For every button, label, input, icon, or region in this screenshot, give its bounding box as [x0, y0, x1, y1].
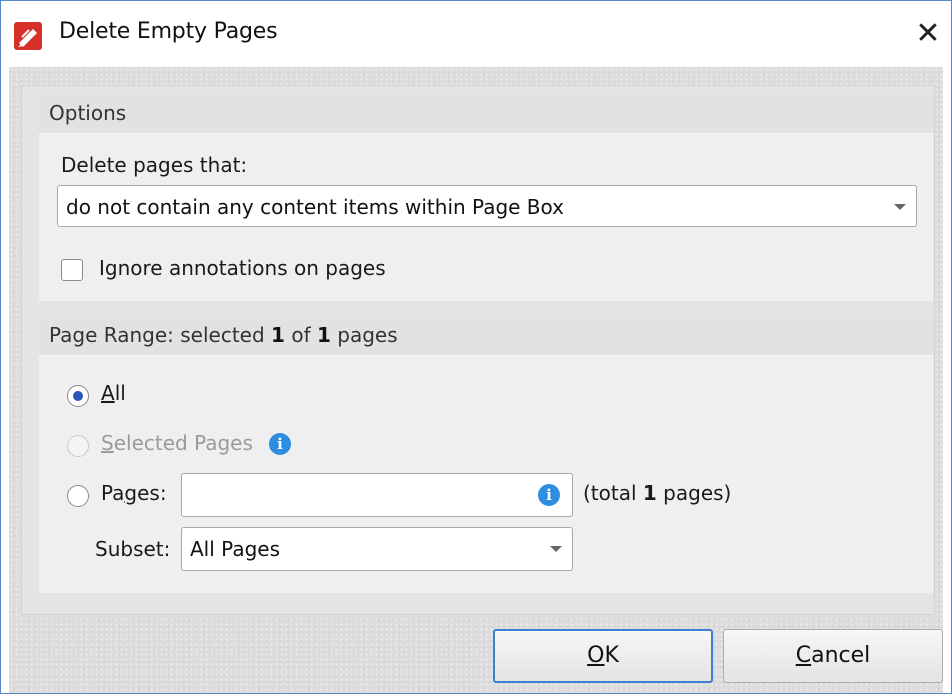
subset-label: Subset:	[95, 537, 171, 561]
subset-dropdown[interactable]: All Pages	[181, 527, 573, 571]
dialog-window: Delete Empty Pages ✕ Options Delete page…	[0, 0, 952, 694]
subset-value: All Pages	[190, 537, 280, 561]
chevron-down-icon	[894, 204, 906, 210]
ok-button[interactable]: OK	[493, 629, 713, 683]
window-title: Delete Empty Pages	[59, 19, 278, 44]
radio-selected-pages-label: Selected Pages	[101, 431, 253, 455]
pages-input[interactable]: i	[181, 473, 573, 517]
radio-pages-label[interactable]: Pages:	[101, 481, 167, 505]
info-icon[interactable]: i	[269, 433, 291, 455]
radio-selected-pages[interactable]	[67, 435, 89, 457]
ignore-annotations-label[interactable]: Ignore annotations on pages	[99, 256, 386, 280]
options-group-title: Options	[49, 101, 127, 125]
close-icon: ✕	[915, 16, 941, 51]
options-group-header: Options	[39, 93, 933, 134]
options-group: Options Delete pages that: do not contai…	[39, 93, 933, 301]
delete-criteria-dropdown[interactable]: do not contain any content items within …	[57, 185, 917, 227]
ignore-annotations-checkbox[interactable]	[61, 259, 83, 281]
page-range-group-header: Page Range: selected 1 of 1 pages	[39, 315, 933, 356]
radio-selected-dot	[73, 391, 83, 401]
close-button[interactable]: ✕	[905, 11, 951, 57]
radio-all[interactable]	[67, 385, 89, 407]
pdf-editor-icon	[14, 22, 42, 50]
total-pages-label: (total 1 pages)	[583, 481, 732, 505]
delete-criteria-value: do not contain any content items within …	[66, 195, 564, 219]
radio-pages[interactable]	[67, 485, 89, 507]
dialog-body: Options Delete pages that: do not contai…	[9, 67, 943, 693]
page-range-group: Page Range: selected 1 of 1 pages All Se…	[39, 315, 933, 593]
title-bar: Delete Empty Pages ✕	[1, 1, 951, 67]
page-range-title: Page Range: selected 1 of 1 pages	[49, 323, 398, 347]
delete-pages-label: Delete pages that:	[61, 153, 248, 177]
info-icon[interactable]: i	[538, 484, 560, 506]
radio-all-label[interactable]: All	[101, 381, 126, 405]
cancel-button[interactable]: Cancel	[723, 629, 943, 683]
chevron-down-icon	[550, 546, 562, 552]
